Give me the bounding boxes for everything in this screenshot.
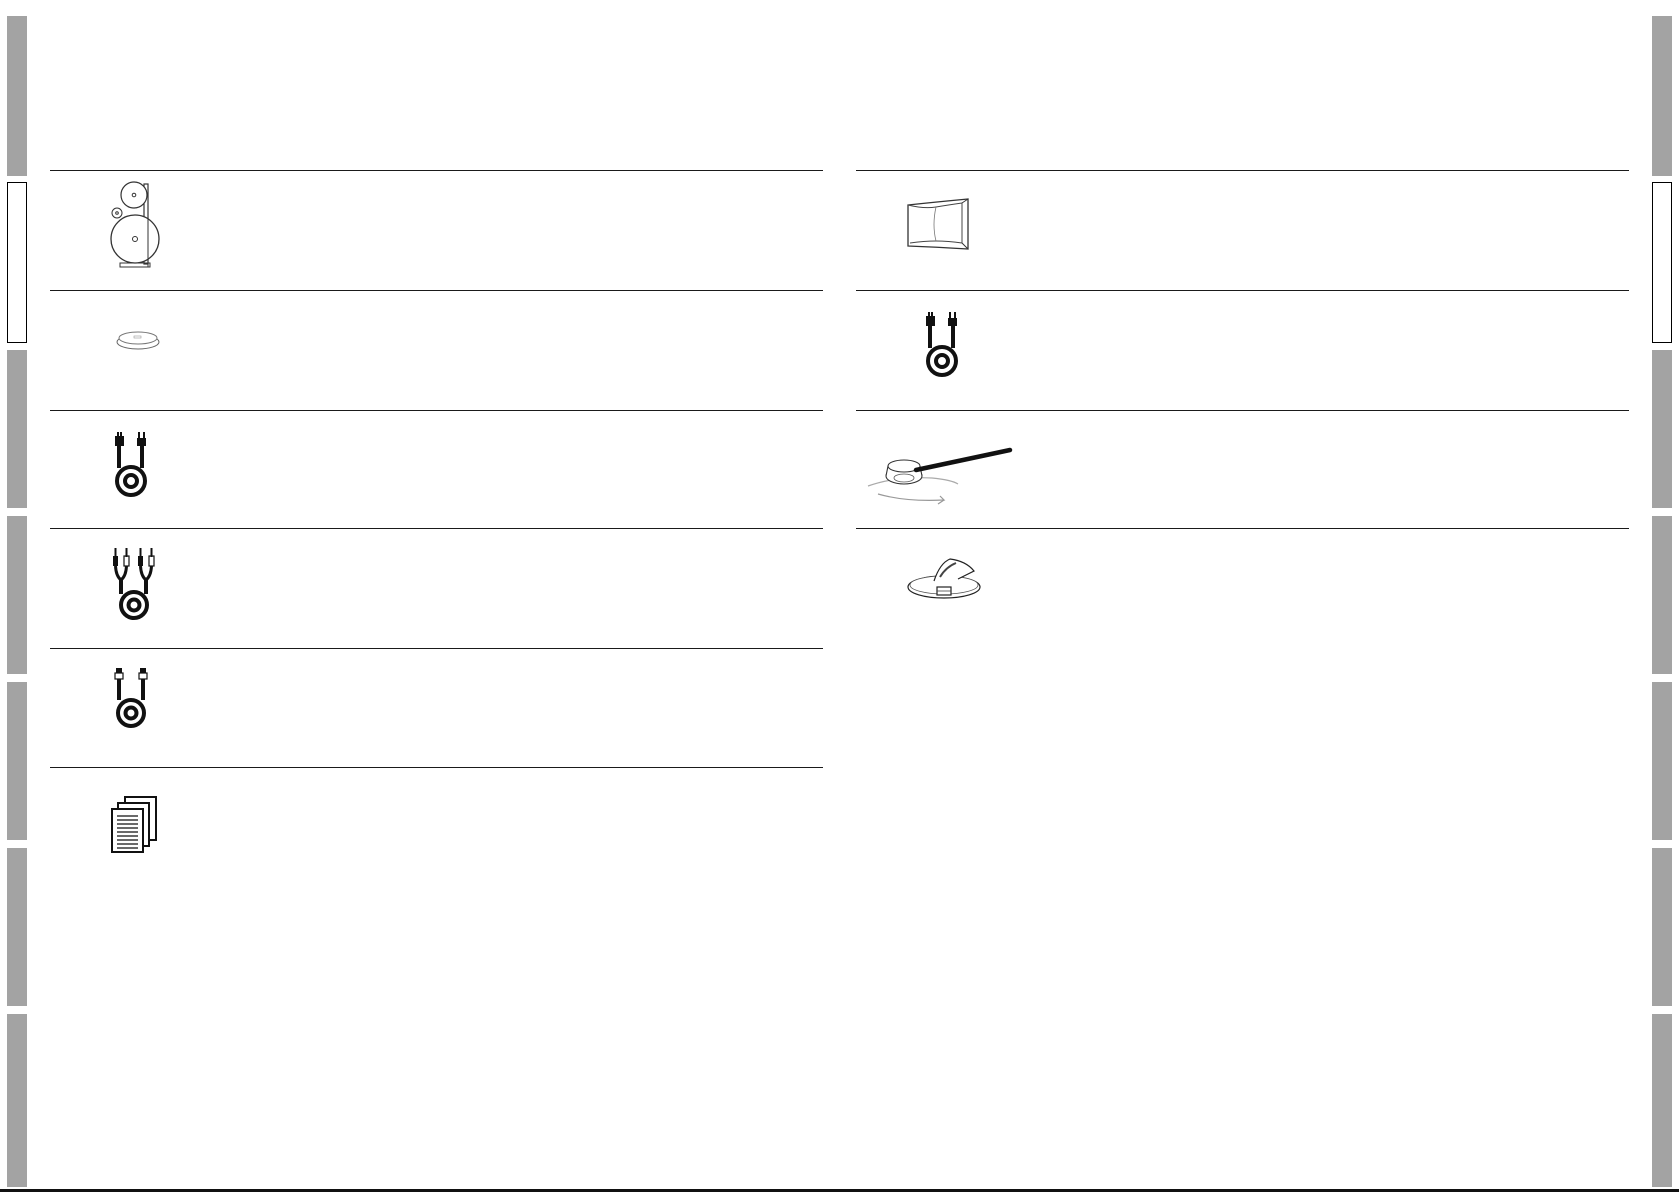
section-tab[interactable] [7,682,27,840]
section-tab-active[interactable] [1652,182,1672,343]
rca-cable-icon [113,548,155,620]
ceiling-mount-tool-icon [867,447,1013,505]
base-stand-icon [907,558,981,599]
divider [50,290,823,291]
power-cord-icon [926,312,958,377]
divider [856,410,1629,411]
right-item-2 [923,312,963,378]
section-tab[interactable] [7,848,27,1006]
section-tab-active[interactable] [7,182,27,343]
manuals-icon [111,796,157,853]
divider [856,528,1629,529]
section-tab[interactable] [1652,516,1672,674]
right-item-1 [906,198,972,251]
left-item-6 [111,796,159,853]
right-item-3 [866,447,1014,506]
divider [50,648,823,649]
left-item-1 [108,178,160,272]
divider [856,290,1629,291]
section-tab[interactable] [1652,848,1672,1006]
divider [50,528,823,529]
section-tab[interactable] [1652,350,1672,508]
divider [50,170,823,171]
section-tab[interactable] [1652,16,1672,176]
divider [50,410,823,411]
section-tab[interactable] [7,16,27,176]
section-tab[interactable] [1652,682,1672,840]
power-cord-icon [115,432,147,497]
left-item-3 [112,432,152,498]
left-item-5 [112,668,152,730]
divider [856,170,1629,171]
section-tab[interactable] [7,516,27,674]
left-item-4 [110,548,160,620]
left-item-2 [115,328,163,352]
remote-puck-icon [116,331,160,350]
right-item-4 [906,557,986,603]
section-tab[interactable] [1652,1014,1672,1187]
divider [50,767,823,768]
section-tab[interactable] [7,350,27,508]
coax-cable-icon [114,668,148,728]
section-tab[interactable] [7,1014,27,1187]
bracket-cover-icon [907,198,969,250]
speaker-reel-icon [110,181,160,268]
